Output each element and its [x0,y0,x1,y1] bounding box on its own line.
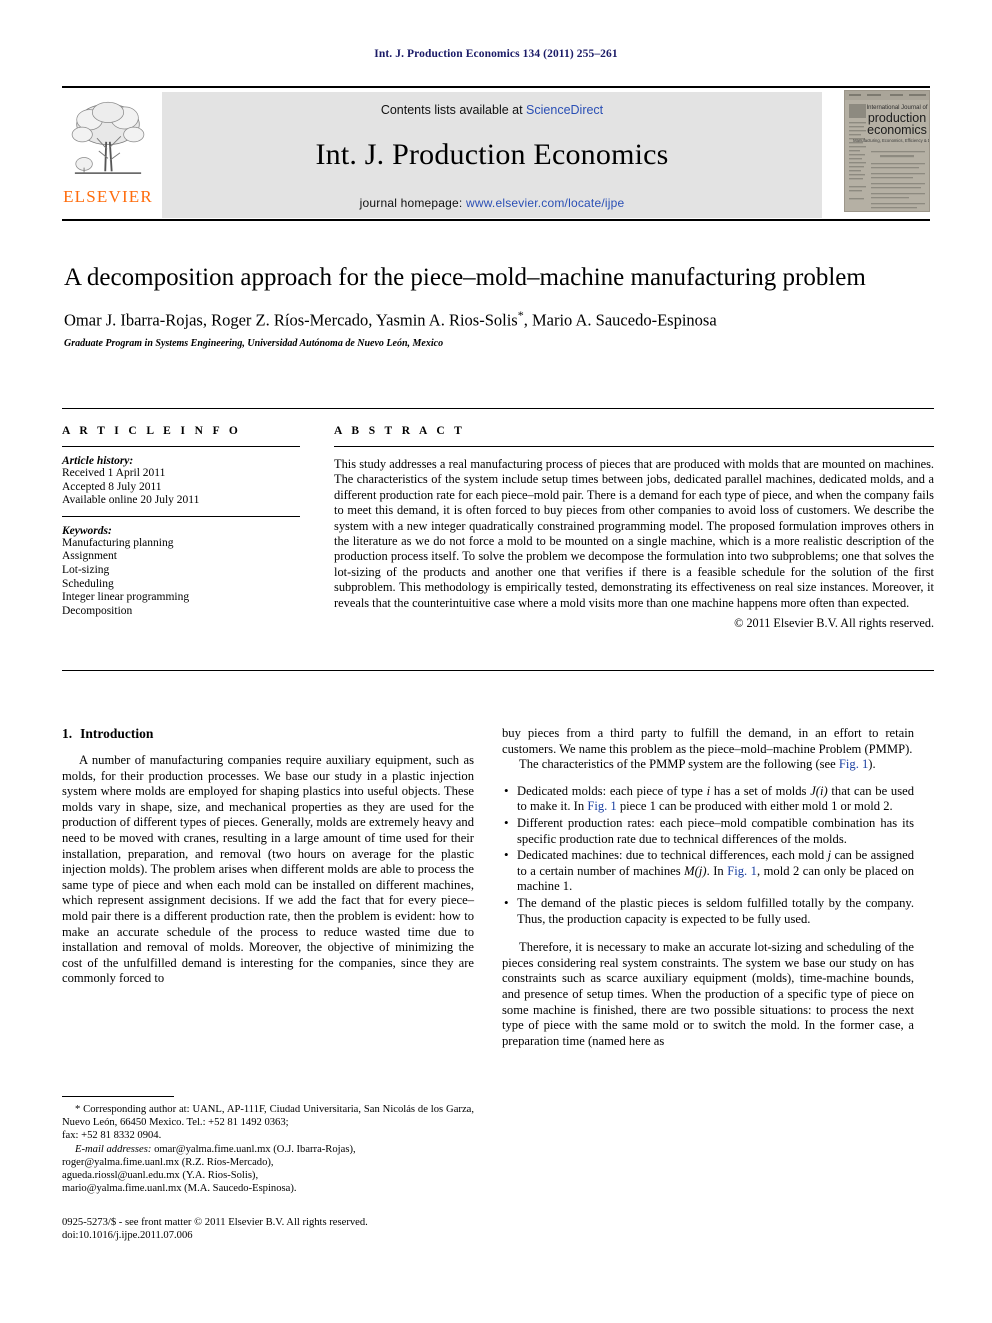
article-info-column: A R T I C L E I N F O Article history: R… [62,425,300,618]
bullet-text-a: The demand of the plastic pieces is seld… [517,895,914,926]
left-column: 1. Introduction A number of manufacturing… [62,726,474,987]
email-item: omar@yalma.fime.uanl.mx (O.J. Ibarra-Roj… [154,1143,356,1155]
article-info-rule [62,446,300,447]
abstract-copyright: © 2011 Elsevier B.V. All rights reserved… [734,616,934,631]
running-head: Int. J. Production Economics 134 (2011) … [374,48,618,60]
history-accepted: Accepted 8 July 2011 [62,480,162,493]
figure-1-link[interactable]: Fig. 1 [587,799,616,813]
section-number: 1. [62,726,73,741]
svg-text:economics: economics [867,123,927,137]
keyword-item: Scheduling [62,577,114,590]
cover-art: International Journal of production econ… [845,91,930,211]
email-label: E-mail addresses: [75,1143,152,1155]
keyword-item: Assignment [62,550,117,563]
email-item: roger@yalma.fime.uanl.mx (R.Z. Ríos-Merc… [62,1156,274,1168]
para2-prefix: The characteristics of the PMMP system a… [519,757,839,772]
journal-cover-thumbnail: International Journal of production econ… [844,90,930,212]
fax-note: fax: +52 81 8332 0904. [62,1130,162,1142]
section-heading-introduction: 1. Introduction [62,726,474,742]
email-item: mario@yalma.fime.uanl.mx (M.A. Saucedo-E… [62,1183,297,1195]
issn-line: 0925-5273/$ - see front matter © 2011 El… [62,1217,368,1228]
body-columns: 1. Introduction A number of manufacturing… [62,726,934,1286]
figure-1-link[interactable]: Fig. 1 [727,864,757,878]
homepage-line: journal homepage: www.elsevier.com/locat… [162,196,822,210]
masthead-center-panel: Contents lists available at ScienceDirec… [162,92,822,218]
list-item: Dedicated machines: due to technical dif… [502,847,914,895]
right-paragraph-3: Therefore, it is necessary to make an ac… [502,940,914,1048]
contents-line: Contents lists available at ScienceDirec… [162,92,822,117]
contents-prefix: Contents lists available at [380,103,527,117]
keywords-label: Keywords: [62,524,112,537]
bullet-italic-2: J(i) [810,783,828,798]
keyword-item: Integer linear programming [62,591,190,604]
journal-homepage-link[interactable]: www.elsevier.com/locate/ijpe [466,196,624,210]
list-item: The demand of the plastic pieces is seld… [502,895,914,927]
journal-masthead: ELSEVIER Contents lists available at Sci… [62,86,930,221]
bullet-text-a: Different production rates: each piece–m… [517,815,914,846]
section-title: Introduction [80,726,154,741]
abstract-heading: A B S T R A C T [334,425,466,437]
bullet-text-b: has a set of molds [710,783,811,798]
footnote-block: * Corresponding author at: UANL, AP-111F… [62,1096,474,1195]
bullet-text-c: . In [706,863,728,878]
info-abstract-panel: A R T I C L E I N F O Article history: R… [62,408,934,671]
affiliation: Graduate Program in Systems Engineering,… [64,337,444,349]
elsevier-wordmark: ELSEVIER [63,187,153,206]
history-available: Available online 20 July 2011 [62,494,200,507]
authors-tail: , Mario A. Saucedo-Espinosa [523,310,717,330]
corresponding-author-note: * Corresponding author at: UANL, AP-111F… [62,1104,474,1129]
email-addresses-note: E-mail addresses: omar@yalma.fime.uanl.m… [62,1143,474,1156]
left-paragraph-1: A number of manufacturing companies requ… [62,753,474,986]
keywords-rule [62,515,300,517]
article-history-label: Article history: [62,455,134,467]
footnote-rule [62,1096,174,1097]
abstract-rule [334,446,934,447]
paper-page: Int. J. Production Economics 134 (2011) … [0,0,992,1323]
list-item: Different production rates: each piece–m… [502,815,914,847]
keyword-item: Decomposition [62,604,133,617]
issn-block: 0925-5273/$ - see front matter © 2011 El… [62,1216,474,1243]
elsevier-logo: ELSEVIER [62,94,154,216]
bullet-text-a: Dedicated machines: due to technical dif… [517,848,828,863]
journal-title: Int. J. Production Economics [315,138,669,171]
para2-suffix: ). [868,757,876,772]
keyword-item: Manufacturing planning [62,536,174,549]
page-title: A decomposition approach for the piece–m… [64,264,866,291]
abstract-text: This study addresses a real manufacturin… [334,457,934,610]
homepage-prefix: journal homepage: [359,196,466,210]
svg-text:Manufacturing, Economics, Effi: Manufacturing, Economics, Efficiency & D… [853,138,930,143]
keyword-item: Lot-sizing [62,563,110,576]
article-info-heading: A R T I C L E I N F O [62,425,242,437]
email-item: agueda.riossl@uanl.edu.mx (Y.A. Rios-Sol… [62,1170,259,1182]
doi-line: doi:10.1016/j.ijpe.2011.07.006 [62,1230,193,1242]
elsevier-tree-icon [71,101,145,174]
author-list: Omar J. Ibarra-Rojas, Roger Z. Ríos-Merc… [64,308,934,331]
history-received: Received 1 April 2011 [62,467,166,479]
list-item: Dedicated molds: each piece of type i ha… [502,783,914,815]
abstract-column: A B S T R A C T This study addresses a r… [334,425,934,631]
authors-main: Omar J. Ibarra-Rojas, Roger Z. Ríos-Merc… [64,310,518,330]
right-column: buy pieces from a third party to fulfill… [502,726,914,1049]
bullet-text-a: Dedicated molds: each piece of type [517,783,707,798]
title-block: A decomposition approach for the piece–m… [64,262,934,349]
characteristics-list: Dedicated molds: each piece of type i ha… [502,783,914,927]
right-paragraph-2: The characteristics of the PMMP system a… [502,757,914,773]
sciencedirect-link[interactable]: ScienceDirect [526,103,603,117]
bullet-italic-2: M(j) [684,863,707,878]
right-paragraph-1: buy pieces from a third party to fulfill… [502,726,914,756]
figure-1-link[interactable]: Fig. 1 [839,757,868,771]
bullet-text-d: piece 1 can be produced with either mold… [616,799,893,814]
